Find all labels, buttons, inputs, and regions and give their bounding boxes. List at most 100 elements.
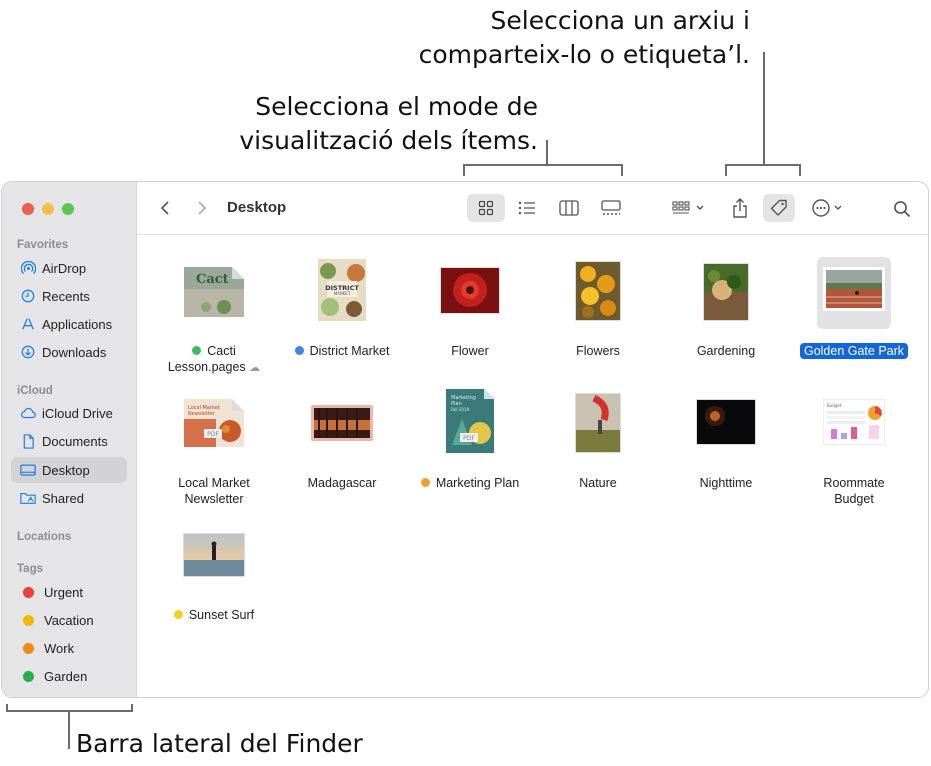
tag-dot	[294, 346, 304, 355]
sidebar-item-documents[interactable]: Documents	[11, 428, 127, 454]
gallery-view-icon[interactable]	[592, 194, 630, 222]
window-title: Desktop	[227, 199, 287, 216]
file-name-text: Roommate	[823, 476, 885, 490]
sidebar-tag-urgent[interactable]: Urgent	[11, 579, 127, 605]
file-item-roommate-budget[interactable]: Budget Roommate Budget	[794, 387, 914, 517]
file-item-local-market-newsletter[interactable]: Local Market Newsletter PDF Local Market Ne…	[154, 387, 274, 517]
airdrop-icon	[20, 260, 36, 276]
callout-view-mode-line	[546, 140, 548, 165]
file-name: Nighttime	[666, 475, 786, 491]
sidebar-item-label: Garden	[44, 668, 88, 684]
tag-dot	[173, 610, 183, 619]
sidebar-tag-work[interactable]: Work	[11, 635, 127, 661]
file-item-flower[interactable]: Flower	[410, 255, 530, 385]
file-name: Gardening	[666, 343, 786, 359]
callout-sidebar-bracket-right	[131, 704, 133, 712]
sidebar-item-downloads[interactable]: Downloads	[11, 339, 127, 365]
sidebar-item-airdrop[interactable]: AirDrop	[11, 255, 127, 281]
file-name-text: Madagascar	[307, 476, 377, 490]
callout-view-mode-bracket-left	[463, 164, 465, 176]
file-name: Madagascar	[282, 475, 402, 491]
close-window-button[interactable]	[22, 203, 34, 215]
chevron-left-icon[interactable]	[155, 198, 175, 218]
icon-view-icon[interactable]	[467, 194, 505, 222]
sidebar-item-recents[interactable]: Recents	[11, 283, 127, 309]
share-icon[interactable]	[727, 195, 753, 221]
file-name: Nature	[538, 475, 658, 491]
file-name: Flowers	[538, 343, 658, 359]
tag-color-dot	[23, 586, 34, 598]
svg-text:Cact: Cact	[196, 272, 229, 287]
sidebar-item-label: Applications	[42, 316, 113, 332]
tag-color-dot	[23, 670, 34, 682]
file-item-sunset-surf[interactable]: Sunset Surf	[154, 519, 274, 649]
file-item-gardening[interactable]: Gardening	[666, 255, 786, 385]
clock-icon	[20, 288, 36, 304]
desktop-icon	[20, 462, 36, 478]
file-name-text: District Market	[309, 344, 390, 358]
file-name-text: Marketing Plan	[435, 476, 520, 490]
sidebar-item-label: Work	[44, 640, 75, 656]
file-name: Marketing Plan	[410, 475, 530, 491]
sidebar-item-desktop[interactable]: Desktop	[11, 457, 127, 483]
sidebar-item-shared[interactable]: Shared	[11, 485, 127, 511]
tag-color-dot	[23, 642, 34, 654]
applications-icon	[20, 316, 36, 332]
sidebar-item-label: Urgent	[44, 584, 84, 600]
pdf-plan-thumbnail: Marketing Plan Fall 2019 PDF	[446, 389, 494, 453]
file-item-district-market[interactable]: DISTRICT MARKET District Market	[282, 255, 402, 385]
search-icon[interactable]	[890, 197, 914, 221]
finder-window: Favorites AirDrop Recents Applications D…	[1, 181, 929, 698]
tag-icon[interactable]	[763, 194, 795, 222]
pdf-newsletter-thumbnail: Local Market Newsletter PDF	[184, 399, 244, 447]
file-item-flowers[interactable]: Flowers	[538, 255, 658, 385]
more-icon[interactable]	[810, 195, 850, 221]
list-view-icon[interactable]	[508, 194, 546, 222]
document-icon	[20, 433, 36, 449]
cloud-download-icon[interactable]: ☁	[249, 362, 260, 374]
callout-share-tag: Selecciona un arxiu i comparteix-lo o et…	[418, 6, 750, 69]
poster-thumbnail: DISTRICT MARKET	[318, 259, 366, 321]
group-icon[interactable]	[671, 196, 713, 220]
sidebar-item-label: AirDrop	[42, 260, 87, 276]
sidebar-item-label: Recents	[42, 288, 90, 304]
chevron-right-icon[interactable]	[192, 198, 212, 218]
file-name-text: Sunset Surf	[188, 608, 255, 622]
file-item-nature[interactable]: Nature	[538, 387, 658, 517]
file-item-golden-gate-park[interactable]: Golden Gate Park	[794, 255, 914, 385]
file-item-nighttime[interactable]: Nighttime	[666, 387, 786, 517]
nighttime-photo-thumbnail	[696, 399, 756, 445]
file-name: Flower	[410, 343, 530, 359]
callout-view-mode-bracket-right	[621, 164, 623, 176]
sidebar-item-applications[interactable]: Applications	[11, 311, 127, 337]
file-item-madagascar[interactable]: Madagascar	[282, 387, 402, 517]
sidebar-tag-vacation[interactable]: Vacation	[11, 607, 127, 633]
file-name-text-2: Newsletter	[184, 492, 244, 506]
callout-share-tag-bracket-left	[725, 164, 727, 176]
gardening-photo-thumbnail	[703, 263, 749, 321]
file-name: Cacti Lesson.pages ☁	[154, 343, 274, 376]
file-name: Sunset Surf	[154, 607, 274, 623]
column-view-icon[interactable]	[550, 194, 588, 222]
callout-view-mode-bracket	[463, 164, 623, 166]
sidebar-item-icloud-drive[interactable]: iCloud Drive	[11, 400, 127, 426]
sidebar-section-tags: Tags	[17, 563, 43, 575]
sidebar-tag-garden[interactable]: Garden	[11, 663, 127, 689]
sidebar-item-label: Vacation	[44, 612, 94, 628]
file-item-marketing-plan[interactable]: Marketing Plan Fall 2019 PDF Marketing Plan	[410, 387, 530, 517]
toolbar: Desktop	[137, 182, 928, 235]
shared-folder-icon	[20, 490, 36, 506]
zoom-window-button[interactable]	[62, 203, 74, 215]
file-name: Roommate Budget	[794, 475, 914, 507]
callout-share-tag-bracket-right	[799, 164, 801, 176]
sidebar-section-icloud: iCloud	[17, 385, 53, 397]
download-icon	[20, 344, 36, 360]
file-item-cacti-lesson[interactable]: Cact Cacti Lesson.pages ☁	[154, 255, 274, 385]
madagascar-video-thumbnail	[311, 405, 373, 441]
pages-document-thumbnail: Cact	[184, 267, 244, 317]
minimize-window-button[interactable]	[42, 203, 54, 215]
callout-sidebar-line	[68, 711, 70, 749]
view-mode-control	[467, 194, 627, 222]
surf-photo-thumbnail	[183, 533, 245, 577]
cloud-icon	[20, 405, 36, 421]
